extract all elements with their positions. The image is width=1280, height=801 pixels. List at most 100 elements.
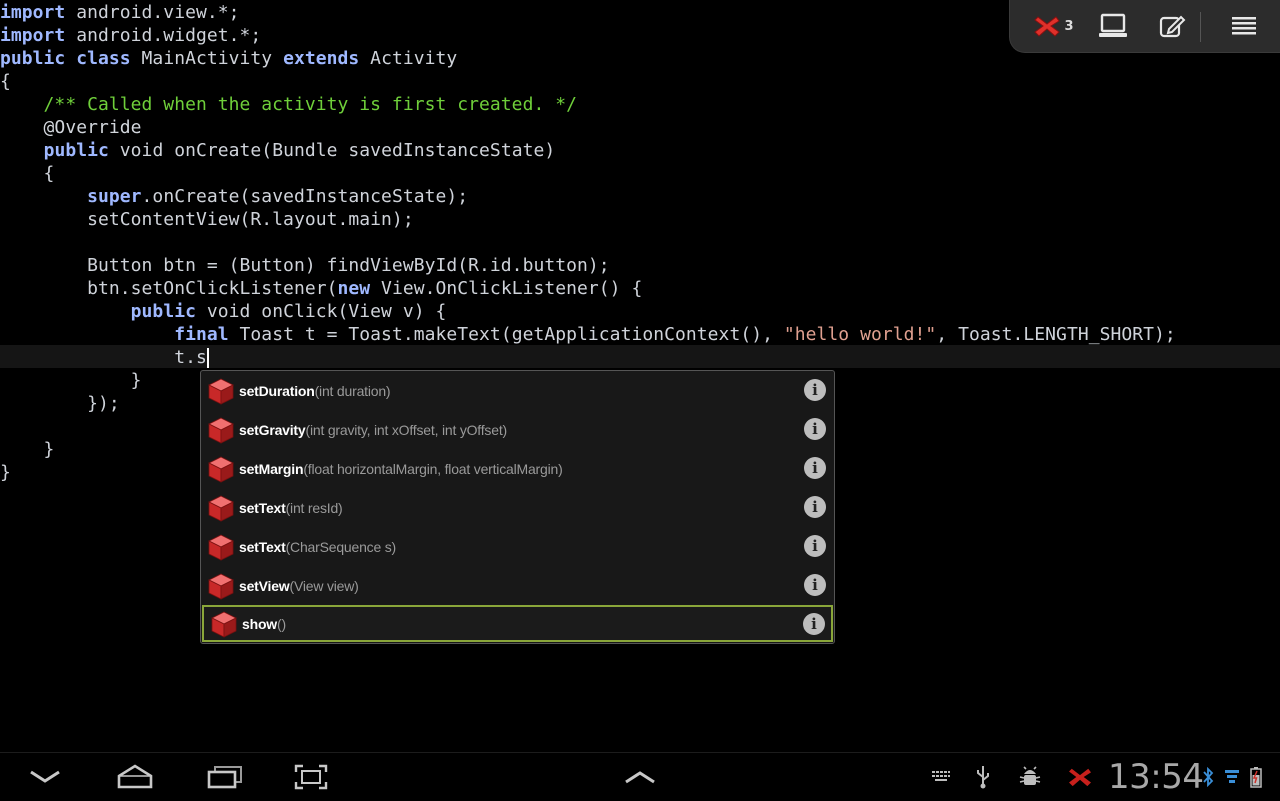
autocomplete-item[interactable]: setMargin(float horizontalMargin, float … (201, 449, 834, 488)
code-token: }); (0, 393, 120, 414)
info-icon[interactable]: i (804, 418, 826, 440)
code-token: Activity (359, 48, 458, 69)
code-line[interactable]: final Toast t = Toast.makeText(getApplic… (0, 323, 1176, 346)
code-line[interactable]: super.onCreate(savedInstanceState); (0, 185, 468, 208)
code-token: } (0, 439, 55, 460)
autocomplete-item[interactable]: show() i (202, 605, 833, 642)
usb-icon (977, 766, 989, 789)
keyboard-icon (932, 771, 950, 781)
keyword-token: public class (0, 48, 131, 69)
method-params: () (276, 615, 286, 632)
clock[interactable]: 13:54 (1108, 757, 1204, 797)
code-line[interactable]: import android.widget.*; (0, 24, 261, 47)
code-line[interactable]: { (0, 162, 55, 185)
code-line[interactable]: } (0, 369, 142, 392)
method-params: (int duration) (314, 382, 391, 399)
autocomplete-item[interactable]: setGravity(int gravity, int xOffset, int… (201, 410, 834, 449)
keyword-token: import (0, 25, 66, 46)
code-line[interactable]: btn.setOnClickListener(new View.OnClickL… (0, 277, 642, 300)
code-line[interactable]: public class MainActivity extends Activi… (0, 47, 457, 70)
screenshot-button[interactable] (286, 753, 336, 801)
keyword-token: public (130, 301, 196, 322)
info-icon[interactable]: i (804, 574, 826, 596)
recent-apps-button[interactable] (198, 753, 252, 801)
code-token: android.widget.*; (65, 25, 262, 46)
code-token: .onCreate(savedInstanceState); (141, 186, 469, 207)
wifi-status (1222, 753, 1242, 801)
code-line[interactable]: } (0, 461, 11, 484)
method-params: (float horizontalMargin, float verticalM… (303, 460, 563, 477)
method-signature: setText(int resId) (239, 500, 343, 516)
code-line[interactable]: { (0, 70, 11, 93)
code-line[interactable]: public void onCreate(Bundle savedInstanc… (0, 139, 556, 162)
menu-button[interactable] (1214, 0, 1274, 52)
error-status (1064, 753, 1096, 801)
top-toolbar: 3 (1009, 0, 1280, 53)
code-line[interactable]: t.s (0, 346, 209, 369)
edit-icon (1159, 15, 1186, 38)
autocomplete-item[interactable]: setText(int resId) i (201, 488, 834, 527)
code-line[interactable]: } (0, 438, 55, 461)
menu-up-button[interactable] (616, 753, 664, 801)
info-icon[interactable]: i (804, 457, 826, 479)
method-cube-icon (210, 610, 238, 638)
code-token: View.OnClickListener() { (370, 278, 643, 299)
info-icon[interactable]: i (804, 535, 826, 557)
code-line[interactable]: public void onClick(View v) { (0, 300, 447, 323)
chevron-up-icon (625, 771, 655, 784)
info-icon[interactable]: i (804, 496, 826, 518)
home-icon (117, 764, 153, 789)
error-indicator-button[interactable]: 3 (1026, 0, 1082, 52)
method-name: show (242, 615, 277, 632)
code-line[interactable]: /** Called when the activity is first cr… (0, 93, 577, 116)
android-debug-icon (1019, 766, 1041, 785)
method-signature: setView(View view) (239, 578, 359, 594)
method-cube-icon (207, 416, 235, 444)
keyword-token: public (43, 140, 109, 161)
code-token: Button btn = (Button) findViewById(R.id.… (0, 255, 610, 276)
method-cube-icon (207, 572, 235, 600)
method-params: (CharSequence s) (285, 538, 397, 555)
method-name: setGravity (239, 421, 306, 438)
code-line[interactable]: }); (0, 392, 120, 415)
code-token: t.s (0, 347, 207, 368)
info-icon[interactable]: i (804, 379, 826, 401)
battery-status (1246, 753, 1266, 801)
wifi-signal-icon (1225, 770, 1239, 783)
hide-keyboard-button[interactable] (20, 753, 70, 801)
method-name: setDuration (239, 382, 315, 399)
autocomplete-item[interactable]: setView(View view) i (201, 566, 834, 605)
code-token: setContentView(R.layout.main); (0, 209, 414, 230)
autocomplete-popup: setDuration(int duration) i setGravity(int… (200, 370, 835, 644)
error-x-icon (1034, 16, 1061, 37)
toggle-view-button[interactable] (1086, 0, 1140, 52)
battery-icon (1250, 767, 1262, 788)
method-signature: show() (242, 616, 286, 632)
laptop-icon (1099, 13, 1127, 37)
string-token: "hello world!" (783, 324, 937, 345)
code-token: { (0, 163, 55, 184)
code-token: void onClick(View v) { (195, 301, 447, 322)
code-line[interactable]: import android.view.*; (0, 1, 240, 24)
autocomplete-item[interactable]: setDuration(int duration) i (201, 371, 834, 410)
code-line[interactable]: setContentView(R.layout.main); (0, 208, 414, 231)
method-params: (int resId) (285, 499, 343, 516)
method-signature: setText(CharSequence s) (239, 539, 396, 555)
home-button[interactable] (108, 753, 162, 801)
autocomplete-item[interactable]: setText(CharSequence s) i (201, 527, 834, 566)
method-params: (int gravity, int xOffset, int yOffset) (305, 421, 507, 438)
toolbar-separator (1200, 12, 1201, 42)
code-token: } (0, 370, 142, 391)
recent-apps-icon (207, 766, 242, 789)
info-icon[interactable]: i (803, 613, 825, 635)
code-line[interactable]: Button btn = (Button) findViewById(R.id.… (0, 254, 610, 277)
code-line[interactable]: @Override (0, 116, 142, 139)
comment-token: /** Called when the activity is first cr… (0, 94, 578, 115)
bluetooth-status (1200, 753, 1216, 801)
method-cube-icon (207, 377, 235, 405)
edit-button[interactable] (1146, 0, 1200, 52)
